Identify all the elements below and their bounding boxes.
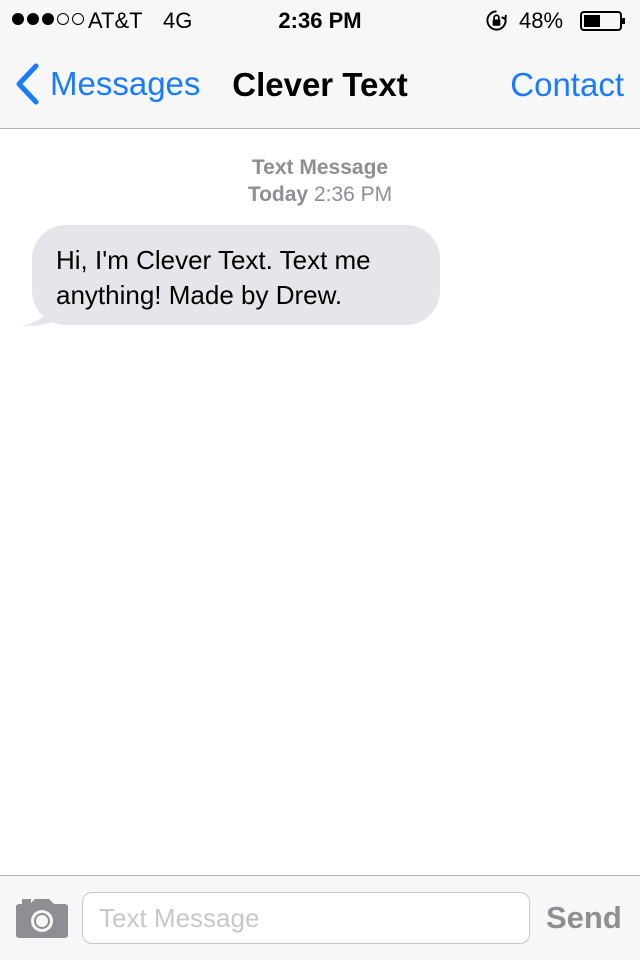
battery-icon [580,11,625,31]
status-bar: AT&T 4G 2:36 PM 48% [0,0,640,40]
thread-service-label: Text Message [251,156,389,179]
top-bar: AT&T 4G 2:36 PM 48% Messages Clever Text… [0,0,640,129]
send-button[interactable]: Send [546,900,622,936]
thread-time: 2:36 PM [313,183,393,206]
message-bubble[interactable]: Hi, I'm Clever Text. Text me anything! M… [32,225,440,325]
thread-day: Today [247,183,309,206]
thread-date-line: Today 2:36 PM [0,181,640,208]
message-input[interactable] [82,892,530,944]
contact-button[interactable]: Contact [510,66,624,104]
compose-bar: Send [0,875,640,960]
message-line: Hi, I'm Clever Text. Text me [56,245,371,275]
messages-screen: AT&T 4G 2:36 PM 48% Messages Clever Text… [0,0,640,960]
chevron-left-icon [16,63,39,105]
camera-icon[interactable] [16,898,68,938]
back-button-label: Messages [50,65,201,102]
rotation-lock-icon [486,10,507,31]
message-line: anything! Made by Drew. [56,280,343,310]
thread-timestamp-header: Text Message Today 2:36 PM [0,154,640,208]
battery-percent: 48% [519,8,564,33]
back-button[interactable]: Messages [14,62,200,106]
incoming-message: Hi, I'm Clever Text. Text me anything! M… [20,225,442,327]
navigation-bar: Messages Clever Text Contact [0,40,640,128]
